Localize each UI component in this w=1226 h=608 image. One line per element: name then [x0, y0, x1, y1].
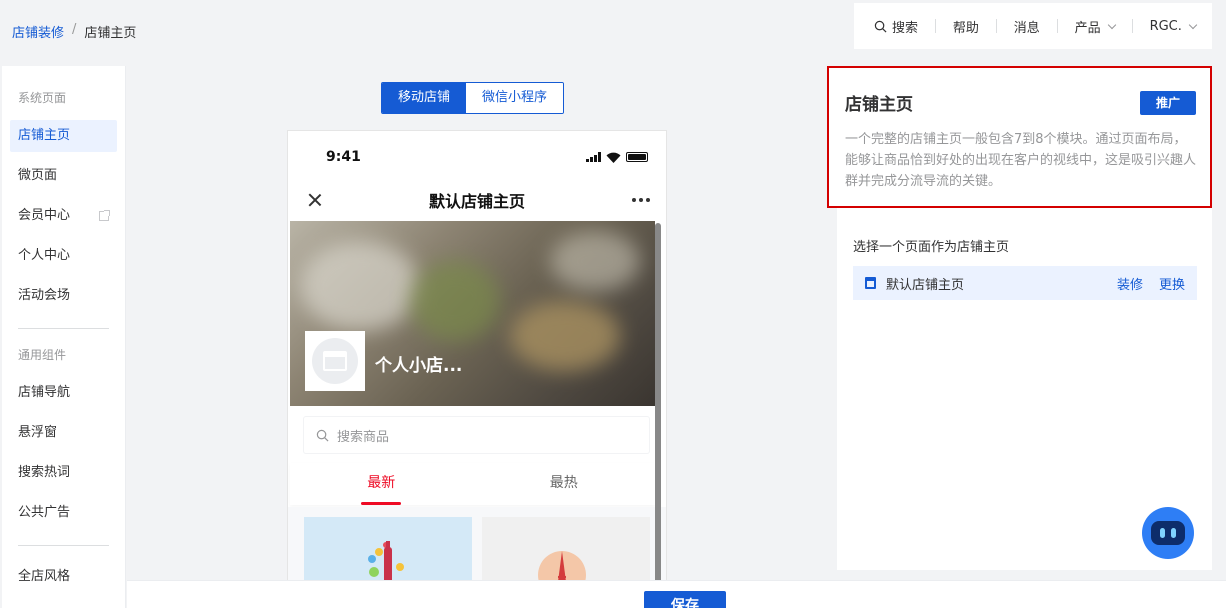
preview-canvas: 移动店铺 微信小程序 9:41 默认店铺主页 个人小店... 搜索商品 最新 最…	[127, 66, 825, 608]
panel-title: 店铺主页	[845, 95, 913, 115]
banner-blur	[550, 231, 640, 291]
search-icon	[316, 429, 329, 441]
top-nav: 搜索 帮助 消息 产品 RGC.	[854, 3, 1212, 49]
search-icon	[874, 20, 887, 32]
sidebar-section-title: 系统页面	[18, 91, 67, 105]
sidebar-item-member-center[interactable]: 会员中心	[10, 200, 117, 232]
nav-messages[interactable]: 消息	[1014, 17, 1040, 36]
breadcrumb-parent[interactable]: 店铺装修	[12, 22, 64, 41]
product-search-input[interactable]: 搜索商品	[304, 417, 649, 453]
sidebar-item-label: 搜索热词	[18, 465, 71, 480]
edit-page-link[interactable]: 装修	[1117, 274, 1143, 293]
status-time: 9:41	[326, 149, 361, 165]
sidebar-item-micro-page[interactable]: 微页面	[10, 160, 117, 192]
sidebar-item-float-window[interactable]: 悬浮窗	[10, 417, 117, 449]
sidebar-item-shop-style[interactable]: 全店风格	[10, 561, 117, 593]
sidebar-item-label: 店铺导航	[18, 385, 71, 400]
nav-products[interactable]: 产品	[1074, 17, 1116, 36]
tab-hot[interactable]: 最热	[473, 463, 656, 505]
nav-search[interactable]: 搜索	[874, 17, 918, 36]
sidebar-item-event-venue[interactable]: 活动会场	[10, 280, 117, 312]
breadcrumb: 店铺装修 / 店铺主页	[12, 22, 136, 41]
wifi-icon	[606, 152, 621, 163]
phone-scrollbar[interactable]	[655, 223, 661, 608]
sidebar: 系统页面 店铺主页 微页面 会员中心 个人中心 活动会场 通用组件 店铺导航 悬…	[2, 66, 126, 608]
breadcrumb-separator: /	[72, 22, 77, 37]
external-link-icon	[99, 210, 110, 221]
nav-account[interactable]: RGC.	[1149, 18, 1198, 34]
selected-page-row: 默认店铺主页 装修 更换	[853, 266, 1197, 300]
store-icon	[323, 351, 347, 371]
phone-status-bar: 9:41	[288, 131, 666, 183]
assistant-robot-icon[interactable]	[1142, 507, 1194, 559]
nav-products-label: 产品	[1074, 20, 1101, 36]
sidebar-item-label: 公共广告	[18, 505, 71, 520]
selected-page-name: 默认店铺主页	[886, 277, 965, 293]
nav-divider	[1131, 19, 1133, 33]
sidebar-item-label: 微页面	[18, 168, 58, 183]
sidebar-item-label: 活动会场	[18, 288, 71, 303]
promote-button[interactable]: 推广	[1140, 90, 1196, 115]
change-page-link[interactable]: 更换	[1159, 274, 1185, 293]
sidebar-item-personal-center[interactable]: 个人中心	[10, 240, 117, 272]
sidebar-item-label: 店铺主页	[18, 128, 71, 143]
battery-icon	[626, 152, 648, 162]
sidebar-item-hot-search[interactable]: 搜索热词	[10, 457, 117, 489]
sidebar-item-shop-nav[interactable]: 店铺导航	[10, 377, 117, 409]
page-icon	[865, 277, 876, 289]
more-icon[interactable]	[631, 198, 650, 202]
tab-wechat-miniprogram[interactable]: 微信小程序	[466, 83, 564, 113]
tab-mobile-shop[interactable]: 移动店铺	[382, 83, 467, 113]
banner-blur	[410, 261, 500, 341]
chevron-down-icon	[1188, 20, 1198, 29]
platform-switch: 移动店铺 微信小程序	[381, 82, 565, 114]
phone-nav-bar: 默认店铺主页	[288, 183, 666, 217]
sidebar-section-title: 通用组件	[18, 348, 67, 362]
nav-divider	[1056, 19, 1058, 33]
shop-banner[interactable]: 个人小店...	[290, 221, 655, 406]
choose-page-label: 选择一个页面作为店铺主页	[853, 240, 1010, 255]
settings-panel: 店铺主页 推广 一个完整的店铺主页一般包含7到8个模块。通过页面布局，能够让商品…	[827, 66, 1212, 570]
chevron-down-icon	[1107, 20, 1116, 29]
banner-blur	[510, 301, 620, 371]
sidebar-item-shop-home[interactable]: 店铺主页	[10, 120, 117, 152]
nav-divider	[995, 19, 997, 33]
phone-page-title: 默认店铺主页	[428, 192, 525, 211]
nav-help[interactable]: 帮助	[953, 17, 979, 36]
shop-logo	[305, 331, 365, 391]
nav-account-label: RGC.	[1149, 18, 1182, 34]
shop-name: 个人小店...	[375, 356, 463, 376]
nav-search-label: 搜索	[892, 20, 919, 36]
search-placeholder: 搜索商品	[337, 429, 390, 445]
page-info-card: 店铺主页 推广 一个完整的店铺主页一般包含7到8个模块。通过页面布局，能够让商品…	[827, 66, 1212, 208]
close-icon[interactable]	[308, 193, 322, 207]
sidebar-item-label: 悬浮窗	[18, 425, 58, 440]
sidebar-item-label: 会员中心	[18, 208, 71, 223]
nav-help-label: 帮助	[952, 20, 979, 36]
sidebar-item-label: 全店风格	[18, 569, 71, 584]
banner-blur	[300, 241, 420, 331]
sidebar-item-label: 个人中心	[18, 248, 71, 263]
footer-bar: 保存	[127, 580, 1226, 608]
nav-messages-label: 消息	[1013, 20, 1040, 36]
nav-divider	[934, 19, 936, 33]
panel-description: 一个完整的店铺主页一般包含7到8个模块。通过页面布局，能够让商品恰到好处的出现在…	[845, 132, 1197, 189]
save-button[interactable]: 保存	[644, 591, 726, 608]
sidebar-item-public-ad[interactable]: 公共广告	[10, 497, 117, 529]
tab-latest[interactable]: 最新	[290, 463, 473, 505]
breadcrumb-current: 店铺主页	[84, 26, 137, 41]
product-tabs: 最新 最热	[290, 463, 655, 505]
signal-icon	[586, 152, 601, 162]
phone-preview: 9:41 默认店铺主页 个人小店... 搜索商品 最新 最热	[287, 130, 667, 608]
